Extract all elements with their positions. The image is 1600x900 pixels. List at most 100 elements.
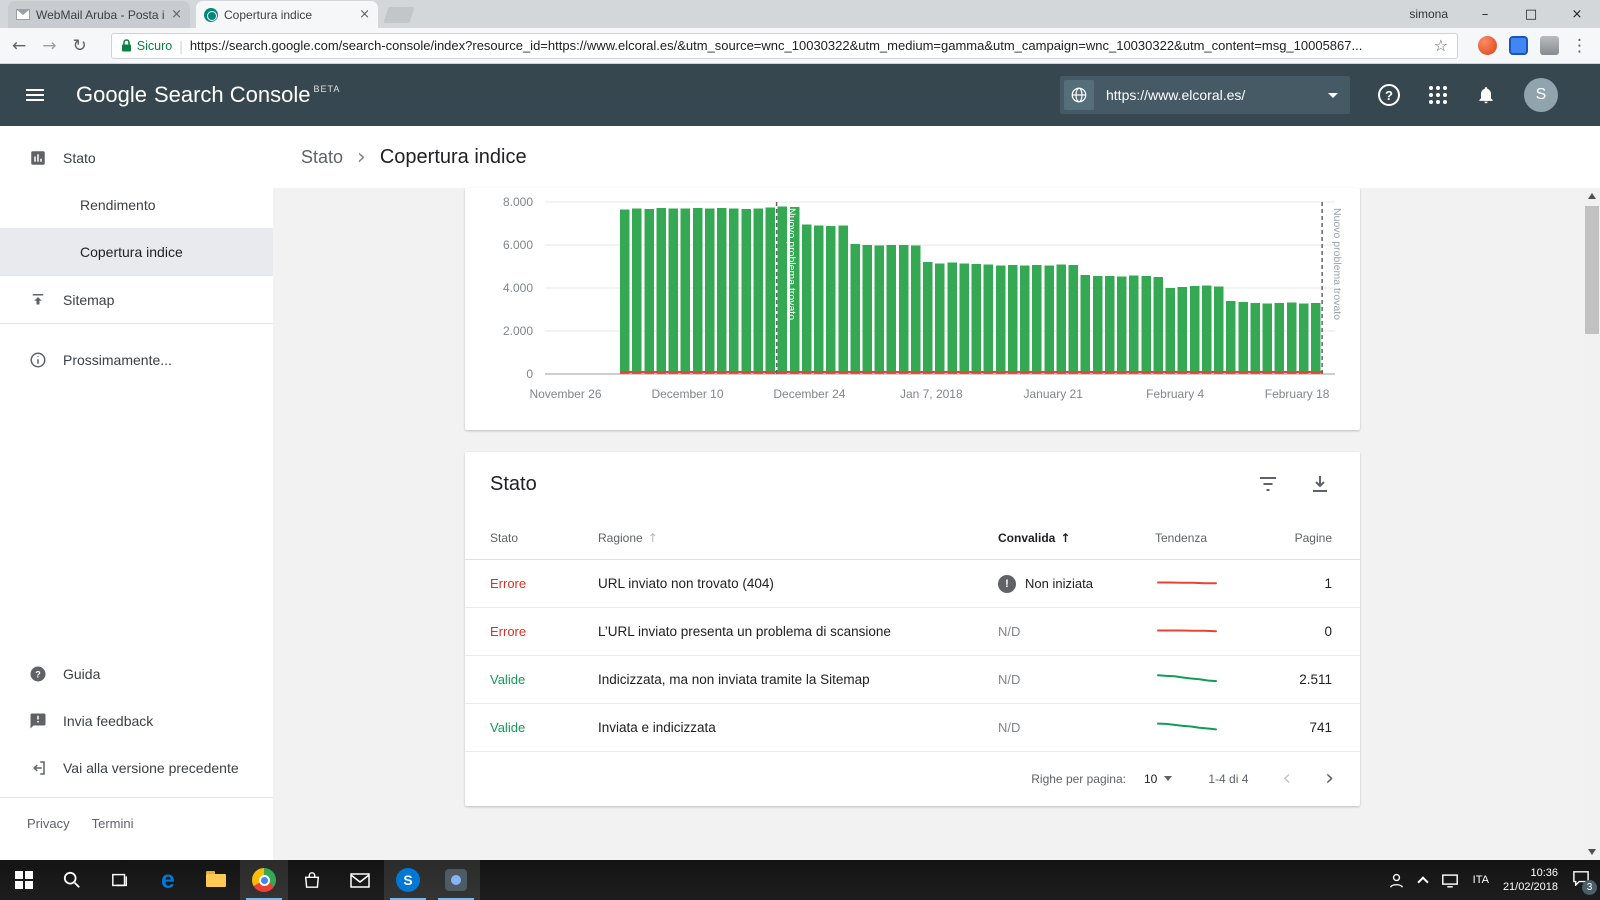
- sidebar-item-versione-precedente[interactable]: Vai alla versione precedente: [0, 744, 273, 791]
- chart-bar[interactable]: [971, 263, 982, 374]
- vertical-scrollbar[interactable]: [1584, 188, 1600, 860]
- chart-bar[interactable]: [1238, 302, 1248, 374]
- chart-bar[interactable]: [717, 208, 727, 374]
- forward-icon[interactable]: →: [42, 36, 56, 56]
- chart-bar[interactable]: [1141, 276, 1151, 374]
- chart-bar[interactable]: [1274, 303, 1285, 374]
- sidebar-item-guida[interactable]: ? Guida: [0, 650, 273, 697]
- chart-bar[interactable]: [959, 263, 970, 374]
- chart-bar[interactable]: [1032, 264, 1042, 374]
- chart-bar[interactable]: [850, 243, 860, 374]
- chart-bar[interactable]: [692, 208, 703, 374]
- start-button[interactable]: [0, 860, 48, 900]
- chart-bar[interactable]: [704, 208, 715, 374]
- url-text[interactable]: https://search.google.com/search-console…: [190, 38, 1426, 53]
- new-tab-button[interactable]: [383, 7, 415, 23]
- rows-per-page-value[interactable]: 10: [1144, 772, 1157, 786]
- chart-bar[interactable]: [1092, 276, 1103, 374]
- clock[interactable]: 10:36 21/02/2018: [1503, 866, 1558, 894]
- next-page-icon[interactable]: ›: [1325, 767, 1334, 790]
- chart-bar[interactable]: [765, 207, 776, 374]
- download-icon[interactable]: [1310, 474, 1330, 494]
- maximize-button[interactable]: □: [1508, 0, 1554, 28]
- table-row[interactable]: Valide Indicizzata, ma non inviata tramit…: [465, 656, 1360, 704]
- chart-bar[interactable]: [644, 208, 654, 374]
- chart-bar[interactable]: [1117, 276, 1127, 374]
- sidebar-item-rendimento[interactable]: Rendimento: [0, 181, 273, 228]
- row-reason[interactable]: URL inviato non trovato (404): [598, 576, 998, 591]
- scrollbar-up-arrow[interactable]: [1584, 188, 1600, 204]
- sidebar-item-invia-feedback[interactable]: Invia feedback: [0, 697, 273, 744]
- chart-bar[interactable]: [1226, 300, 1236, 374]
- notifications-bell-icon[interactable]: [1476, 85, 1496, 105]
- column-header-tendenza[interactable]: Tendenza: [1155, 531, 1285, 545]
- taskbar-search-button[interactable]: [48, 860, 96, 900]
- extension-icon-red[interactable]: [1478, 36, 1497, 55]
- sidebar-item-sitemap[interactable]: Sitemap: [0, 276, 273, 323]
- back-icon[interactable]: ←: [12, 36, 26, 56]
- help-icon[interactable]: ?: [1378, 84, 1400, 106]
- chart-bar[interactable]: [620, 209, 630, 375]
- people-icon[interactable]: [1388, 872, 1405, 889]
- bookmark-star-icon[interactable]: ☆: [1434, 36, 1448, 55]
- chart-bar[interactable]: [1165, 288, 1176, 374]
- chart-bar[interactable]: [1080, 275, 1091, 374]
- action-center-icon[interactable]: 3: [1572, 870, 1597, 895]
- chart-bar[interactable]: [1068, 265, 1079, 374]
- chart-bar[interactable]: [1298, 303, 1309, 375]
- chart-bar[interactable]: [1311, 303, 1321, 374]
- address-bar[interactable]: Sicuro | https://search.google.com/searc…: [110, 32, 1458, 59]
- sidebar-item-stato[interactable]: Stato: [0, 134, 273, 181]
- chart-bar[interactable]: [801, 224, 812, 374]
- chart-bar[interactable]: [668, 208, 679, 374]
- scrollbar-thumb[interactable]: [1585, 206, 1599, 334]
- column-header-pagine[interactable]: Pagine: [1285, 531, 1332, 545]
- chart-bar[interactable]: [923, 262, 933, 374]
- hamburger-menu-icon[interactable]: [26, 86, 44, 104]
- chart-bar[interactable]: [1286, 302, 1297, 374]
- file-explorer-button[interactable]: [192, 860, 240, 900]
- chart-bar[interactable]: [898, 245, 909, 374]
- sidebar-item-copertura-indice[interactable]: Copertura indice: [0, 228, 273, 275]
- previous-page-icon[interactable]: ‹: [1282, 767, 1291, 790]
- sidebar-item-prossimamente[interactable]: Prossimamente...: [0, 336, 273, 383]
- extension-icon-gray[interactable]: [1540, 36, 1559, 55]
- chart-bar[interactable]: [838, 225, 848, 374]
- mail-button[interactable]: [336, 860, 384, 900]
- chart-bar[interactable]: [1153, 276, 1163, 374]
- chart-bar[interactable]: [1129, 275, 1139, 375]
- chart-bar[interactable]: [1214, 286, 1224, 374]
- filter-icon[interactable]: [1258, 474, 1278, 494]
- reload-icon[interactable]: ↻: [73, 36, 87, 56]
- breadcrumb-parent[interactable]: Stato: [301, 147, 343, 168]
- chart-bar[interactable]: [1250, 303, 1260, 374]
- table-row[interactable]: Errore L’URL inviato presenta un problema…: [465, 608, 1360, 656]
- chart-bar[interactable]: [935, 263, 945, 374]
- close-button[interactable]: ×: [1554, 0, 1600, 28]
- hidden-icons-chevron[interactable]: [1416, 875, 1429, 888]
- chart-bar[interactable]: [729, 208, 739, 374]
- task-view-button[interactable]: [96, 860, 144, 900]
- chart-bar[interactable]: [1201, 285, 1212, 374]
- avatar[interactable]: S: [1524, 78, 1558, 112]
- skype-button[interactable]: S: [384, 860, 432, 900]
- network-icon[interactable]: [1441, 873, 1459, 888]
- chart-bar[interactable]: [874, 245, 885, 374]
- rows-per-page-caret-icon[interactable]: [1164, 776, 1173, 781]
- tab-copertura-indice[interactable]: Copertura indice ×: [196, 1, 378, 28]
- scrollbar-down-arrow[interactable]: [1584, 844, 1600, 860]
- terms-link[interactable]: Termini: [92, 816, 134, 831]
- chart-bar[interactable]: [911, 245, 921, 374]
- chart-bar[interactable]: [886, 245, 897, 374]
- tab-webmail[interactable]: WebMail Aruba - Posta i ×: [8, 1, 190, 28]
- privacy-link[interactable]: Privacy: [27, 816, 70, 831]
- chart-bar[interactable]: [1020, 265, 1030, 374]
- chart-bar[interactable]: [1177, 286, 1188, 374]
- minimize-button[interactable]: –: [1462, 0, 1508, 28]
- chart-bar[interactable]: [680, 208, 691, 374]
- misc-app-button[interactable]: [432, 860, 480, 900]
- chart-bar[interactable]: [1189, 285, 1200, 374]
- extension-icon-blue[interactable]: [1509, 36, 1528, 55]
- row-reason[interactable]: L’URL inviato presenta un problema di sc…: [598, 624, 998, 639]
- chart-bar[interactable]: [826, 226, 836, 374]
